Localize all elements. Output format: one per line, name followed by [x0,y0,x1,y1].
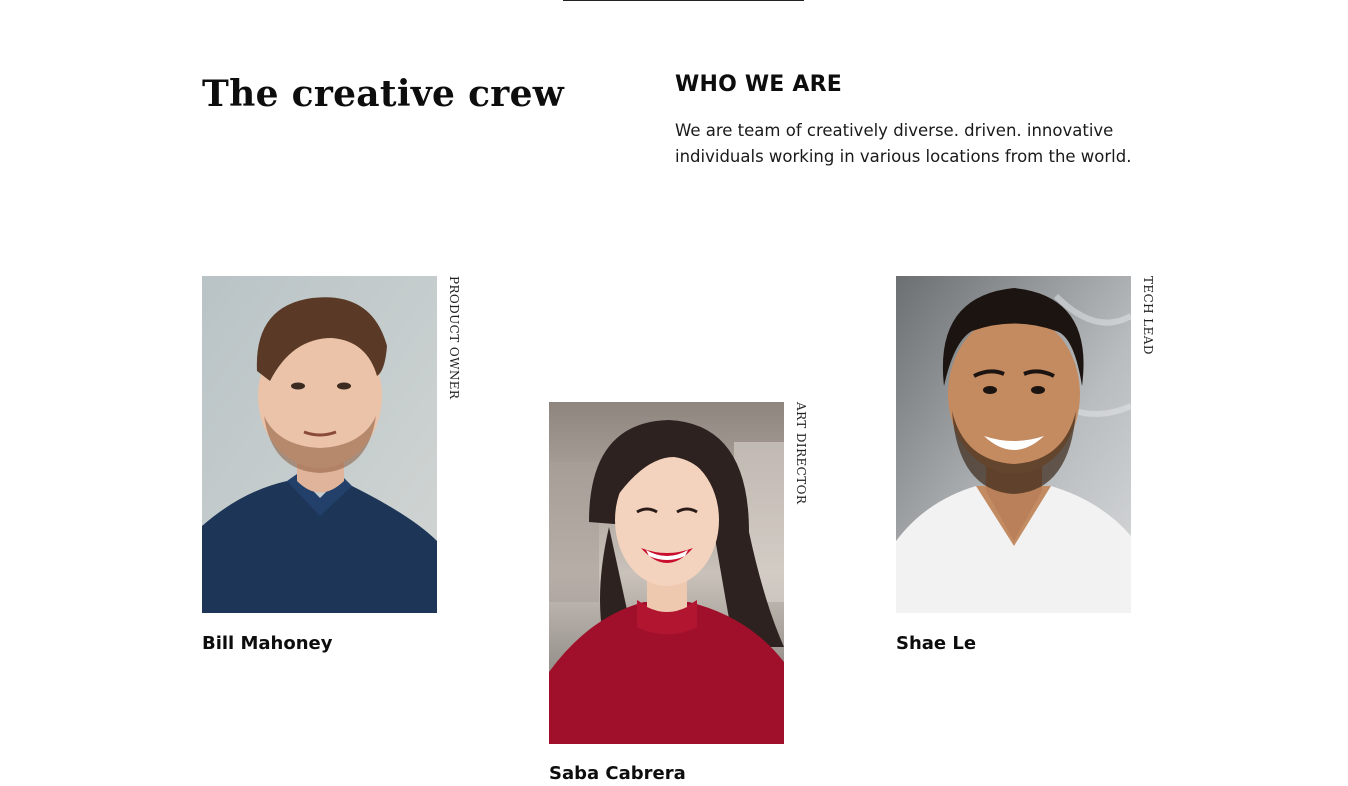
team-card-3: TECH LEAD Shae Le [896,276,1156,654]
team-member-name[interactable]: Saba Cabrera [549,762,686,786]
top-divider [563,0,804,1]
team-member-photo [896,276,1131,613]
team-card-2: ART DIRECTOR Saba Cabrera [549,402,809,784]
team-member-photo [549,402,784,744]
team-member-role: ART DIRECTOR [794,402,808,505]
team-member-name[interactable]: Shae Le [896,632,976,656]
page-title: The creative crew [202,73,565,115]
who-we-are-text: We are team of creatively diverse. drive… [675,121,1132,166]
team-member-role: PRODUCT OWNER [447,276,461,400]
who-we-are-heading: WHO WE ARE [675,72,842,97]
team-card-1: PRODUCT OWNER Bill Mahoney [202,276,462,654]
team-member-photo [202,276,437,613]
team-member-name[interactable]: Bill Mahoney [202,632,333,656]
team-member-role: TECH LEAD [1141,276,1155,355]
